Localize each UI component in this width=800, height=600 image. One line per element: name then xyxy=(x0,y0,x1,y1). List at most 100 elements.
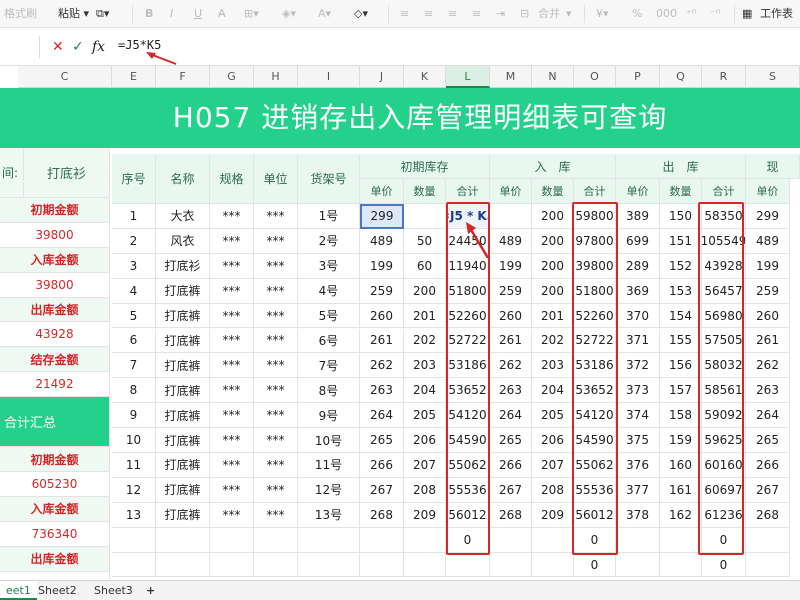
cell-unit[interactable]: *** xyxy=(254,228,298,254)
cell-inp[interactable]: 263 xyxy=(490,378,532,404)
cell-name[interactable]: 打底裤 xyxy=(156,378,210,404)
cell-iq[interactable]: 206 xyxy=(404,428,446,453)
bold-icon[interactable]: B xyxy=(145,5,153,23)
cell-sp[interactable]: 489 xyxy=(746,228,790,254)
cell-iq[interactable]: 50 xyxy=(404,228,446,254)
cell-oq[interactable]: 152 xyxy=(660,253,702,279)
wrap-icon[interactable]: ⇥ xyxy=(496,5,505,23)
border-icon[interactable]: ⊞▾ xyxy=(244,5,259,23)
cell-it[interactable]: 54120 xyxy=(446,403,490,429)
cell-unit[interactable]: *** xyxy=(254,453,298,478)
column-header-N[interactable]: N xyxy=(532,66,574,88)
cell-int[interactable]: 54120 xyxy=(574,403,616,429)
cell-inq[interactable]: 208 xyxy=(532,477,574,503)
cell-name[interactable]: 打底裤 xyxy=(156,477,210,503)
cell-shelf[interactable]: 11号 xyxy=(298,453,360,478)
cell-ip[interactable]: 265 xyxy=(360,428,404,453)
cell-shelf[interactable]: 6号 xyxy=(298,328,360,354)
cell-seq[interactable]: 13 xyxy=(112,502,156,528)
column-header-G[interactable]: G xyxy=(210,66,254,88)
cell-inq[interactable]: 206 xyxy=(532,428,574,453)
cell-sp[interactable]: 267 xyxy=(746,477,790,503)
cell-iq[interactable]: 207 xyxy=(404,453,446,478)
cell-shelf[interactable]: 5号 xyxy=(298,303,360,329)
cell-int[interactable]: 51800 xyxy=(574,278,616,304)
cell-unit[interactable]: *** xyxy=(254,278,298,304)
thousands-icon[interactable]: 000 xyxy=(656,5,677,23)
cell-shelf[interactable]: 10号 xyxy=(298,428,360,453)
cell-ot[interactable]: 60160 xyxy=(702,453,746,478)
cell-sp[interactable]: 266 xyxy=(746,453,790,478)
cell-iq[interactable] xyxy=(404,204,446,229)
cell-op[interactable]: 375 xyxy=(616,428,660,453)
cell-spec[interactable]: *** xyxy=(210,502,254,528)
cell-iq[interactable]: 209 xyxy=(404,502,446,528)
cell-iq[interactable]: 205 xyxy=(404,403,446,429)
worksheet-button[interactable]: 工作表 xyxy=(760,5,793,23)
merge-icon[interactable]: ⊟ xyxy=(520,5,529,23)
cell-shelf[interactable]: 13号 xyxy=(298,502,360,528)
cell-op[interactable]: 372 xyxy=(616,353,660,379)
cell-int[interactable]: 53186 xyxy=(574,353,616,379)
column-header-M[interactable]: M xyxy=(490,66,532,88)
cell-inq[interactable]: 209 xyxy=(532,502,574,528)
cell-name[interactable]: 打底衫 xyxy=(156,253,210,279)
cell-ot[interactable]: 57505 xyxy=(702,328,746,354)
cell-ip[interactable]: 489 xyxy=(360,228,404,254)
cell-spec[interactable]: *** xyxy=(210,403,254,429)
cell-oq[interactable]: 154 xyxy=(660,303,702,329)
cell-sp[interactable]: 199 xyxy=(746,253,790,279)
paste-button[interactable]: 粘贴 ▾ xyxy=(58,5,89,23)
cell-iq[interactable]: 204 xyxy=(404,378,446,404)
column-header-K[interactable]: K xyxy=(404,66,446,88)
cell-inp[interactable]: 264 xyxy=(490,403,532,429)
cell-name[interactable]: 打底裤 xyxy=(156,328,210,354)
cell-op[interactable]: 370 xyxy=(616,303,660,329)
cell-oq[interactable]: 155 xyxy=(660,328,702,354)
cell-ot[interactable]: 61236 xyxy=(702,502,746,528)
percent-icon[interactable]: % xyxy=(632,5,642,23)
cell-unit[interactable]: *** xyxy=(254,253,298,279)
cell-name[interactable]: 打底裤 xyxy=(156,303,210,329)
cell-seq[interactable]: 9 xyxy=(112,403,156,429)
cell-ot[interactable]: 56457 xyxy=(702,278,746,304)
cell-int[interactable]: 97800 xyxy=(574,228,616,254)
cell-ip[interactable]: 261 xyxy=(360,328,404,354)
cell-oq[interactable]: 151 xyxy=(660,228,702,254)
column-header-E[interactable]: E xyxy=(112,66,156,88)
cell-unit[interactable]: *** xyxy=(254,378,298,404)
cell-int[interactable]: 53652 xyxy=(574,378,616,404)
cell-int[interactable]: 59800 xyxy=(574,204,616,229)
cell-oq[interactable]: 153 xyxy=(660,278,702,304)
add-sheet-button[interactable]: + xyxy=(140,581,161,600)
cell-spec[interactable]: *** xyxy=(210,303,254,329)
cell-int[interactable]: 55536 xyxy=(574,477,616,503)
cell-inp[interactable]: 261 xyxy=(490,328,532,354)
align-center-icon[interactable]: ≡ xyxy=(424,5,433,23)
cell-it[interactable]: 51800 xyxy=(446,278,490,304)
cell-unit[interactable]: *** xyxy=(254,403,298,429)
cell-ip[interactable]: 259 xyxy=(360,278,404,304)
check-icon[interactable]: ✓ xyxy=(72,37,84,57)
strikethrough-icon[interactable]: A̶ xyxy=(218,5,226,23)
align-left-icon[interactable]: ≡ xyxy=(400,5,409,23)
cell-it[interactable]: 56012 xyxy=(446,502,490,528)
cell-inp[interactable]: 265 xyxy=(490,428,532,453)
cell-inq[interactable]: 207 xyxy=(532,453,574,478)
fill-color-icon[interactable]: ◈▾ xyxy=(282,5,296,23)
cell-inp[interactable]: 260 xyxy=(490,303,532,329)
cell-spec[interactable]: *** xyxy=(210,353,254,379)
cell-inp[interactable]: 259 xyxy=(490,278,532,304)
cell-inq[interactable]: 203 xyxy=(532,353,574,379)
column-header-Q[interactable]: Q xyxy=(660,66,702,88)
cell-inq[interactable]: 200 xyxy=(532,204,574,229)
underline-icon[interactable]: U xyxy=(194,5,202,23)
cell-shelf[interactable]: 3号 xyxy=(298,253,360,279)
cell-inq[interactable]: 201 xyxy=(532,303,574,329)
cell-sp[interactable]: 259 xyxy=(746,278,790,304)
cell-spec[interactable]: *** xyxy=(210,278,254,304)
cell-ot[interactable]: 60697 xyxy=(702,477,746,503)
cell-sp[interactable]: 265 xyxy=(746,428,790,453)
cell-seq[interactable]: 4 xyxy=(112,278,156,304)
cell-ip[interactable]: 267 xyxy=(360,477,404,503)
